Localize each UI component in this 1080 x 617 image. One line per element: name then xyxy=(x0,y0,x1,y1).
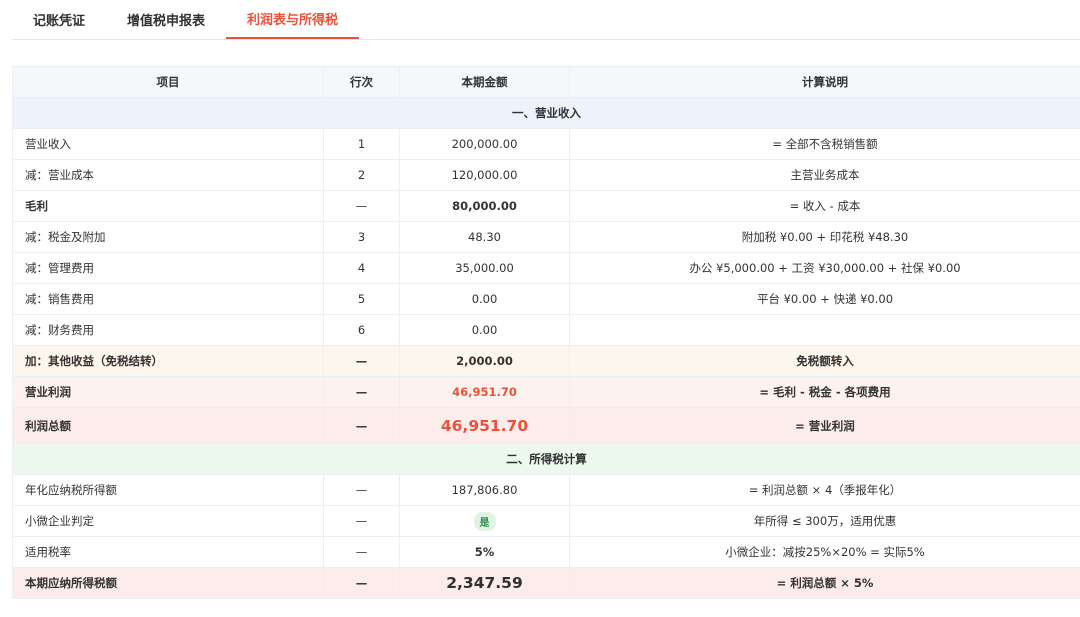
row-amount: 0.00 xyxy=(399,283,570,315)
row-note: = 收入 - 成本 xyxy=(569,190,1080,222)
row-line: — xyxy=(323,505,400,537)
row-item: 营业收入 xyxy=(12,128,324,160)
row-line: — xyxy=(323,407,400,444)
row-item: 毛利 xyxy=(12,190,324,222)
row-line: — xyxy=(323,567,400,599)
tab-vat-return[interactable]: 增值税申报表 xyxy=(106,0,226,39)
row-line: 3 xyxy=(323,221,400,253)
row-item: 适用税率 xyxy=(12,536,324,568)
row-amount: 5% xyxy=(399,536,570,568)
header-amount: 本期金额 xyxy=(399,66,570,98)
tab-income-statement-tax[interactable]: 利润表与所得税 xyxy=(226,0,360,39)
row-note: = 利润总额 × 5% xyxy=(569,567,1080,599)
row-note: 年所得 ≤ 300万，适用优惠 xyxy=(569,505,1080,537)
row-item: 加：其他收益（免税结转） xyxy=(12,345,324,377)
row-amount: 80,000.00 xyxy=(399,190,570,222)
row-line: — xyxy=(323,474,400,506)
row-amount: 2,347.59 xyxy=(399,567,570,599)
small-enterprise-badge: 是 xyxy=(473,511,496,531)
row-item: 利润总额 xyxy=(12,407,324,444)
section-income-tax-title: 二、所得税计算 xyxy=(12,443,1080,475)
row-amount: 120,000.00 xyxy=(399,159,570,191)
table-row: 小微企业判定 — 是 年所得 ≤ 300万，适用优惠 xyxy=(12,505,1080,537)
row-note: 主营业务成本 xyxy=(569,159,1080,191)
row-amount: 48.30 xyxy=(399,221,570,253)
header-item: 项目 xyxy=(12,66,324,98)
row-amount-cell: 是 xyxy=(399,505,570,537)
row-amount: 46,951.70 xyxy=(399,376,570,408)
row-amount: 200,000.00 xyxy=(399,128,570,160)
section-revenue-title: 一、营业收入 xyxy=(12,97,1080,129)
section-revenue-row: 一、营业收入 xyxy=(12,97,1080,129)
income-statement-table: 项目 行次 本期金额 计算说明 一、营业收入 营业收入 1 200,000.00… xyxy=(12,66,1080,599)
row-item: 年化应纳税所得额 xyxy=(12,474,324,506)
row-amount: 46,951.70 xyxy=(399,407,570,444)
tab-bar: 记账凭证 增值税申报表 利润表与所得税 xyxy=(12,0,1080,40)
row-line: 1 xyxy=(323,128,400,160)
table-row: 适用税率 — 5% 小微企业：减按25%×20% = 实际5% xyxy=(12,536,1080,568)
table-row: 减：财务费用 6 0.00 xyxy=(12,314,1080,346)
row-line: 4 xyxy=(323,252,400,284)
row-amount: 187,806.80 xyxy=(399,474,570,506)
row-note: 小微企业：减按25%×20% = 实际5% xyxy=(569,536,1080,568)
row-item: 减：销售费用 xyxy=(12,283,324,315)
row-note: = 利润总额 × 4（季报年化） xyxy=(569,474,1080,506)
table-header-row: 项目 行次 本期金额 计算说明 xyxy=(12,66,1080,98)
table-row-total-profit: 利润总额 — 46,951.70 = 营业利润 xyxy=(12,407,1080,444)
table-row: 减：销售费用 5 0.00 平台 ¥0.00 + 快递 ¥0.00 xyxy=(12,283,1080,315)
row-item: 减：税金及附加 xyxy=(12,221,324,253)
table-row: 减：税金及附加 3 48.30 附加税 ¥0.00 + 印花税 ¥48.30 xyxy=(12,221,1080,253)
table-row: 年化应纳税所得额 — 187,806.80 = 利润总额 × 4（季报年化） xyxy=(12,474,1080,506)
row-item: 减：营业成本 xyxy=(12,159,324,191)
table-row: 减：管理费用 4 35,000.00 办公 ¥5,000.00 + 工资 ¥30… xyxy=(12,252,1080,284)
table-row-income-tax-payable: 本期应纳所得税额 — 2,347.59 = 利润总额 × 5% xyxy=(12,567,1080,599)
table-row-operating-profit: 营业利润 — 46,951.70 = 毛利 - 税金 - 各项费用 xyxy=(12,376,1080,408)
row-item: 减：财务费用 xyxy=(12,314,324,346)
row-note: = 毛利 - 税金 - 各项费用 xyxy=(569,376,1080,408)
row-item: 减：管理费用 xyxy=(12,252,324,284)
row-note: = 营业利润 xyxy=(569,407,1080,444)
row-line: 2 xyxy=(323,159,400,191)
row-note: = 全部不含税销售额 xyxy=(569,128,1080,160)
row-item: 本期应纳所得税额 xyxy=(12,567,324,599)
row-note: 免税额转入 xyxy=(569,345,1080,377)
row-item: 营业利润 xyxy=(12,376,324,408)
row-note xyxy=(569,314,1080,346)
header-note: 计算说明 xyxy=(569,66,1080,98)
row-note: 办公 ¥5,000.00 + 工资 ¥30,000.00 + 社保 ¥0.00 xyxy=(569,252,1080,284)
table-row: 减：营业成本 2 120,000.00 主营业务成本 xyxy=(12,159,1080,191)
row-amount: 35,000.00 xyxy=(399,252,570,284)
row-item: 小微企业判定 xyxy=(12,505,324,537)
row-line: 5 xyxy=(323,283,400,315)
row-line: — xyxy=(323,190,400,222)
table-row: 营业收入 1 200,000.00 = 全部不含税销售额 xyxy=(12,128,1080,160)
row-line: — xyxy=(323,536,400,568)
row-amount: 0.00 xyxy=(399,314,570,346)
row-line: — xyxy=(323,345,400,377)
row-note: 平台 ¥0.00 + 快递 ¥0.00 xyxy=(569,283,1080,315)
table-row-gross-profit: 毛利 — 80,000.00 = 收入 - 成本 xyxy=(12,190,1080,222)
table-row-other-income: 加：其他收益（免税结转） — 2,000.00 免税额转入 xyxy=(12,345,1080,377)
row-line: — xyxy=(323,376,400,408)
header-line: 行次 xyxy=(323,66,400,98)
row-amount: 2,000.00 xyxy=(399,345,570,377)
row-line: 6 xyxy=(323,314,400,346)
row-note: 附加税 ¥0.00 + 印花税 ¥48.30 xyxy=(569,221,1080,253)
income-statement-table-container: 项目 行次 本期金额 计算说明 一、营业收入 营业收入 1 200,000.00… xyxy=(12,66,1080,599)
tab-accounting-vouchers[interactable]: 记账凭证 xyxy=(12,0,106,39)
section-income-tax-row: 二、所得税计算 xyxy=(12,443,1080,475)
